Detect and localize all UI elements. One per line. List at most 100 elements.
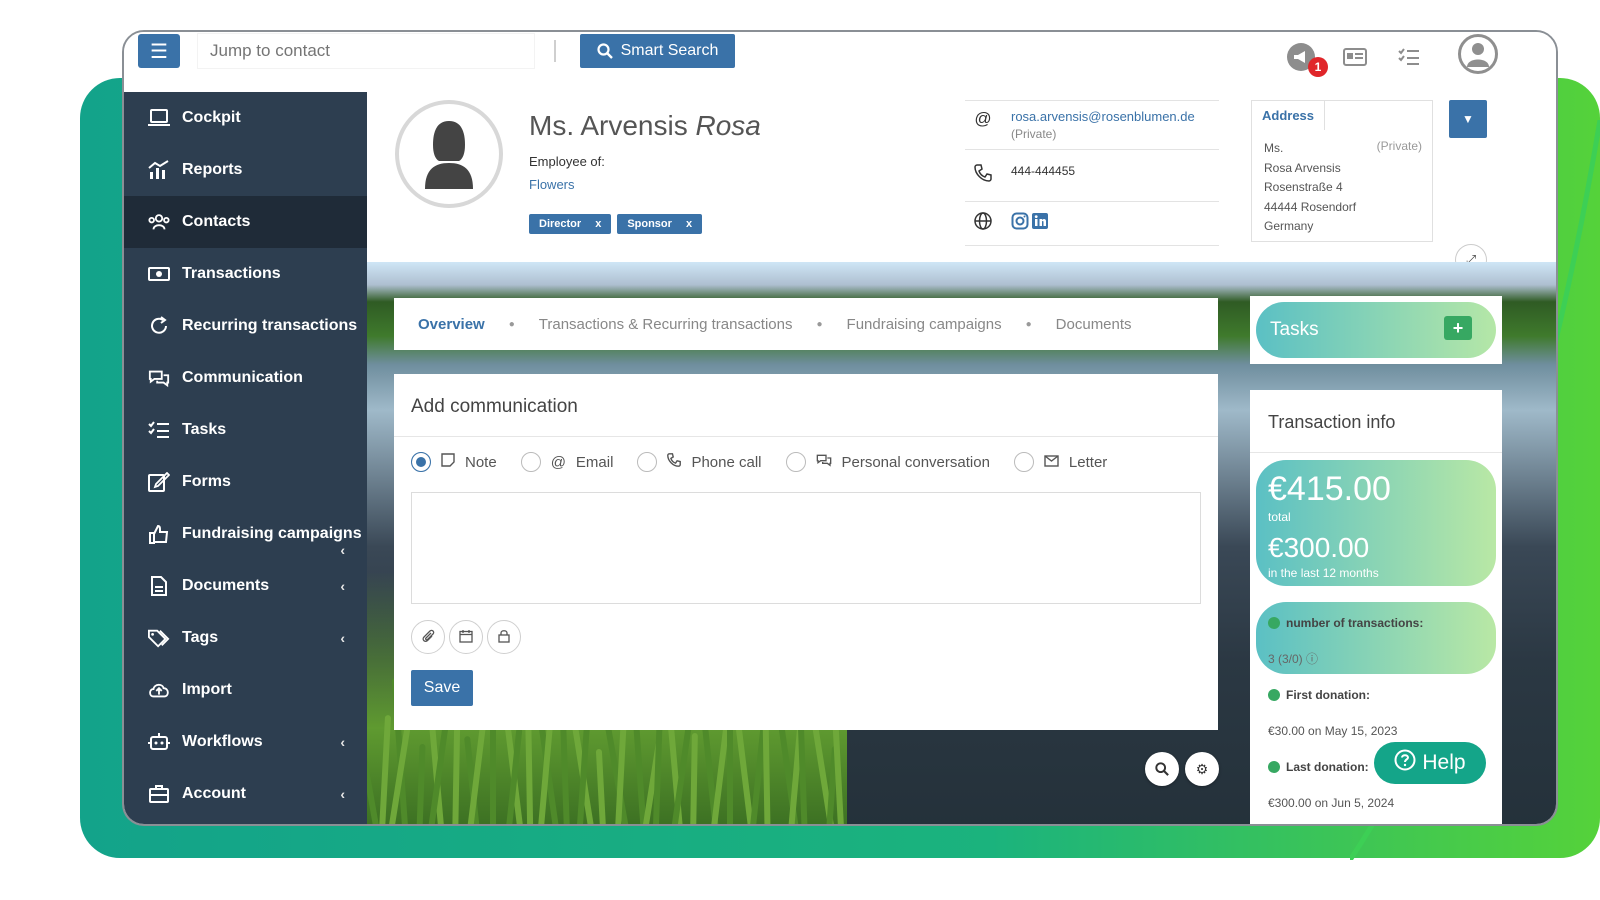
app-window: ☰ Smart Search 1 Cockpit Reports xyxy=(122,30,1558,826)
search-icon xyxy=(1155,762,1169,776)
sidebar-item-reports[interactable]: Reports xyxy=(124,144,367,196)
option-email[interactable]: @ Email xyxy=(520,452,613,472)
contact-salutation: Ms. Arvensis xyxy=(529,110,688,141)
tag-director[interactable]: Director x xyxy=(529,214,612,234)
top-bar: ☰ Smart Search 1 xyxy=(124,32,1556,94)
option-letter[interactable]: Letter xyxy=(1013,452,1107,472)
user-avatar-icon xyxy=(1467,43,1489,67)
at-icon: @ xyxy=(974,109,992,128)
address-tab[interactable]: Address xyxy=(1251,100,1325,130)
chat-icon xyxy=(148,368,170,388)
sidebar: Cockpit Reports Contacts Transactions Re… xyxy=(124,92,367,824)
sidebar-item-tags[interactable]: Tags ‹ xyxy=(124,612,367,664)
cloud-upload-icon xyxy=(148,681,170,699)
contact-header: Ms. Arvensis Rosa Employee of: Flowers D… xyxy=(367,92,1556,276)
sidebar-item-fundraising-campaigns[interactable]: Fundraising campaigns ‹ xyxy=(124,508,367,560)
tab-overview[interactable]: Overview xyxy=(418,316,485,333)
total-label: total xyxy=(1268,510,1291,524)
employer-link[interactable]: Flowers xyxy=(529,177,575,192)
linkedin-icon[interactable] xyxy=(1031,212,1049,230)
search-button[interactable] xyxy=(1145,752,1179,786)
sidebar-item-transactions[interactable]: Transactions xyxy=(124,248,367,300)
jump-to-contact-input[interactable] xyxy=(198,34,534,68)
count-value: 3 (3/0) ⓘ xyxy=(1268,650,1318,667)
contact-first-name: Rosa xyxy=(695,110,761,141)
add-communication-card: Add communication Note @ Email Phone cal… xyxy=(394,374,1218,730)
radio-button[interactable] xyxy=(785,452,806,472)
total-amount: €415.00 xyxy=(1268,470,1391,508)
chevron-left-icon: ‹ xyxy=(340,786,345,802)
sidebar-item-import[interactable]: Import xyxy=(124,664,367,716)
menu-toggle-button[interactable]: ☰ xyxy=(138,34,180,68)
radio-button[interactable] xyxy=(637,452,658,472)
last-donation-label: Last donation: xyxy=(1268,760,1369,774)
sidebar-item-contacts[interactable]: Contacts xyxy=(124,196,367,248)
status-dot xyxy=(1268,761,1280,773)
last-donation-label-text: Last donation: xyxy=(1286,760,1369,774)
sidebar-item-cockpit[interactable]: Cockpit xyxy=(124,92,367,144)
chevron-left-icon: ‹ xyxy=(340,734,345,750)
settings-button[interactable]: ⚙ xyxy=(1185,752,1219,786)
tab-documents[interactable]: Documents xyxy=(1056,316,1132,333)
tab-transactions[interactable]: Transactions & Recurring transactions xyxy=(539,316,793,333)
contact-tabs: Overview ● Transactions & Recurring tran… xyxy=(394,298,1218,350)
radio-button[interactable] xyxy=(411,452,431,472)
actions-dropdown-button[interactable]: ▼ xyxy=(1449,100,1487,138)
radio-button[interactable] xyxy=(520,452,541,472)
tab-fundraising-campaigns[interactable]: Fundraising campaigns xyxy=(847,316,1002,333)
divider xyxy=(394,436,1218,437)
option-phone-call[interactable]: Phone call xyxy=(637,452,762,472)
sidebar-item-workflows[interactable]: Workflows ‹ xyxy=(124,716,367,768)
sidebar-item-forms[interactable]: Forms xyxy=(124,456,367,508)
calendar-icon xyxy=(459,629,473,646)
news-button[interactable] xyxy=(1338,40,1372,74)
users-icon xyxy=(148,213,170,231)
sidebar-item-recurring-transactions[interactable]: Recurring transactions xyxy=(124,300,367,352)
sidebar-item-account[interactable]: Account ‹ xyxy=(124,768,367,820)
save-button[interactable]: Save xyxy=(411,670,473,706)
question-circle-icon xyxy=(1394,749,1416,777)
tag-label: Sponsor xyxy=(627,218,672,230)
contact-avatar[interactable] xyxy=(395,100,503,208)
count-value-text: 3 (3/0) xyxy=(1268,652,1303,666)
phone-number[interactable]: 444-444455 xyxy=(1011,164,1075,178)
sidebar-item-documents[interactable]: Documents ‹ xyxy=(124,560,367,612)
email-link[interactable]: rosa.arvensis@rosenblumen.de xyxy=(1011,109,1195,124)
tasks-header: Tasks + xyxy=(1256,302,1496,358)
money-icon xyxy=(148,266,170,282)
remove-tag-button[interactable]: x xyxy=(595,218,601,230)
sidebar-item-tasks[interactable]: Tasks xyxy=(124,404,367,456)
remove-tag-button[interactable]: x xyxy=(686,218,692,230)
set-date-button[interactable] xyxy=(449,620,483,654)
communication-text-input[interactable] xyxy=(411,492,1201,604)
add-task-button[interactable]: + xyxy=(1444,316,1472,340)
address-type: (Private) xyxy=(1376,139,1422,153)
privacy-lock-button[interactable] xyxy=(487,620,521,654)
sidebar-item-communication[interactable]: Communication xyxy=(124,352,367,404)
instagram-icon[interactable] xyxy=(1011,212,1029,230)
info-icon[interactable]: ⓘ xyxy=(1306,652,1318,666)
checklist-icon xyxy=(1398,48,1419,65)
phone-icon xyxy=(973,164,993,187)
user-menu-button[interactable] xyxy=(1458,34,1498,74)
option-personal-conversation[interactable]: Personal conversation xyxy=(785,452,990,472)
count-label: number of transactions: xyxy=(1268,616,1423,630)
contact-name: Ms. Arvensis Rosa xyxy=(529,110,761,142)
employee-of-label: Employee of: xyxy=(529,154,605,169)
help-button[interactable]: Help xyxy=(1374,742,1486,784)
hamburger-icon: ☰ xyxy=(150,40,168,63)
sidebar-item-label: Reports xyxy=(182,161,243,178)
smart-search-button[interactable]: Smart Search xyxy=(580,34,735,68)
sidebar-item-label: Documents xyxy=(182,577,270,594)
option-note[interactable]: Note xyxy=(411,452,497,472)
female-user-icon xyxy=(425,121,473,189)
attach-file-button[interactable] xyxy=(411,620,445,654)
chevron-left-icon: ‹ xyxy=(340,542,345,558)
radio-button[interactable] xyxy=(1013,452,1034,472)
first-donation-label: First donation: xyxy=(1268,688,1370,702)
address-panel: Address (Private) Ms. Rosa Arvensis Rose… xyxy=(1251,100,1433,242)
recurring-icon xyxy=(148,316,170,336)
tasks-list-button[interactable] xyxy=(1392,40,1426,74)
tag-sponsor[interactable]: Sponsor x xyxy=(617,214,703,234)
attachment-tools xyxy=(411,620,521,654)
